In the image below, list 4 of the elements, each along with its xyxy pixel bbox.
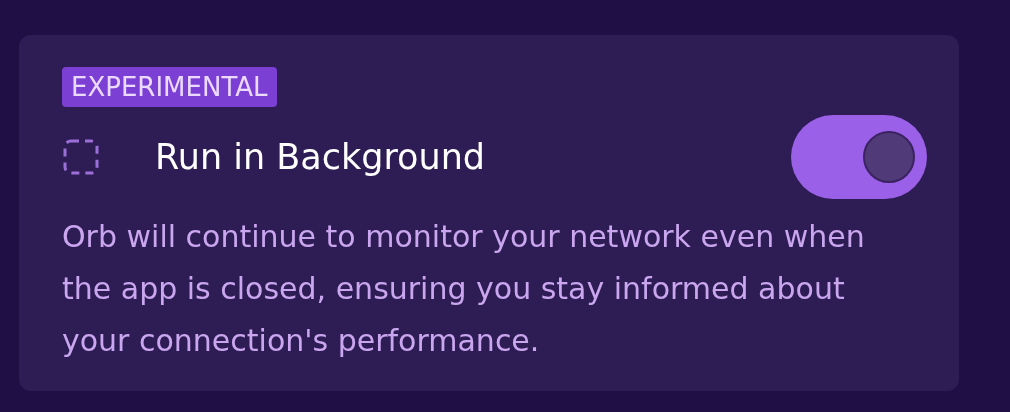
setting-description: Orb will continue to monitor your network even when the app is closed, ensuring you stay informed about your connection's performance. (62, 218, 866, 360)
dashed-square-icon (62, 138, 100, 176)
setting-title: Run in Background (155, 136, 486, 179)
experimental-badge: EXPERIMENTAL (62, 67, 277, 107)
